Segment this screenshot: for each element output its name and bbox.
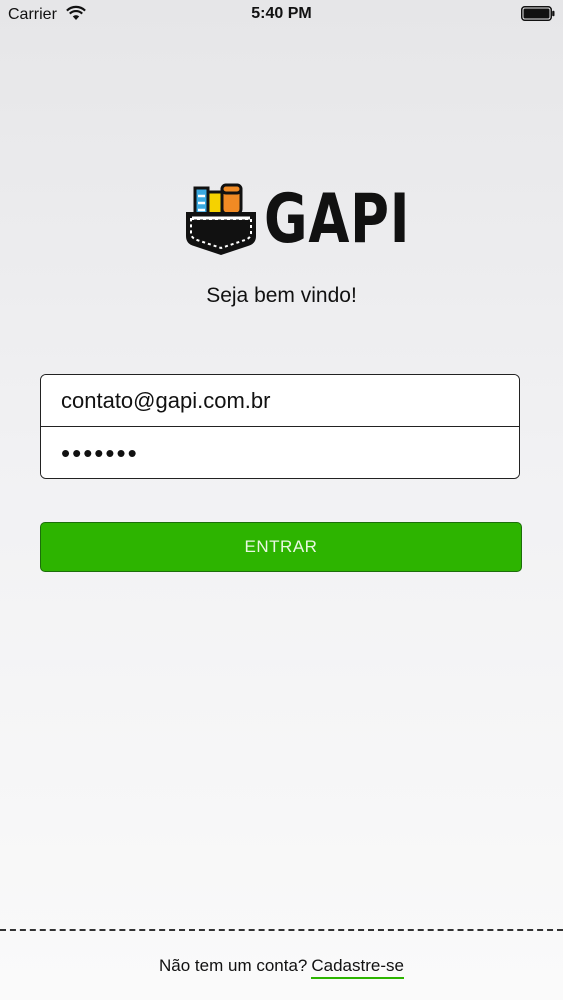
login-button[interactable]: ENTRAR	[40, 522, 522, 572]
footer-divider	[0, 929, 563, 931]
signup-link[interactable]: Cadastre-se	[311, 956, 404, 979]
signup-prompt-text: Não tem um conta?	[159, 956, 308, 975]
pocket-logo-icon	[186, 183, 256, 255]
battery-icon	[521, 6, 555, 21]
status-bar: Carrier 5:40 PM	[0, 0, 563, 30]
login-form	[40, 374, 520, 479]
email-field[interactable]	[41, 375, 519, 427]
welcome-heading: Seja bem vindo!	[206, 284, 357, 307]
clock: 5:40 PM	[251, 5, 312, 22]
app-logo: GAPI	[182, 182, 410, 258]
logo-text: GAPI	[264, 180, 411, 259]
signup-prompt: Não tem um conta? Cadastre-se	[0, 956, 563, 979]
password-field[interactable]	[41, 427, 519, 478]
